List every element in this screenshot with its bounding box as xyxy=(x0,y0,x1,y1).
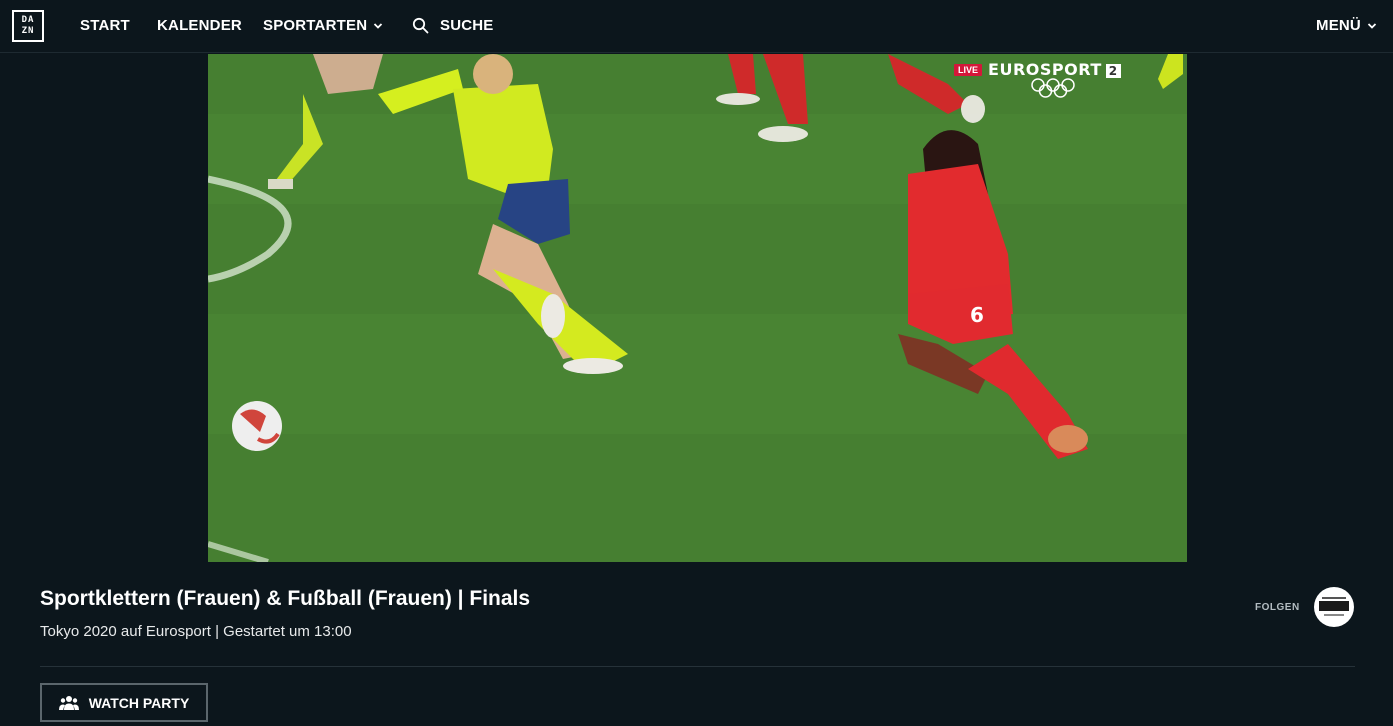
olympic-rings-icon xyxy=(1031,78,1075,98)
nav-kalender-label: KALENDER xyxy=(157,17,242,34)
eurosport-channel-logo: EUROSPORT 2 xyxy=(988,60,1121,79)
channel-name: EUROSPORT xyxy=(988,60,1102,79)
nav-menu-dropdown[interactable]: MENÜ xyxy=(1316,17,1377,34)
group-icon xyxy=(58,695,79,710)
video-frame: 6 xyxy=(208,54,1187,562)
top-navbar: DA ZN START KALENDER SPORTARTEN SUCHE ME… xyxy=(0,0,1393,53)
nav-start-label: START xyxy=(80,17,130,34)
watch-party-label: WATCH PARTY xyxy=(88,694,190,711)
football xyxy=(232,401,282,451)
chevron-down-icon xyxy=(374,22,383,29)
nav-sportarten-dropdown[interactable]: SPORTARTEN xyxy=(263,17,383,34)
nav-start[interactable]: START xyxy=(80,17,130,34)
watch-party-button[interactable]: WATCH PARTY xyxy=(40,683,208,722)
nav-search-label: SUCHE xyxy=(440,17,494,34)
nav-kalender[interactable]: KALENDER xyxy=(157,17,242,34)
nav-menu-label: MENÜ xyxy=(1316,17,1361,34)
section-divider xyxy=(40,666,1355,667)
nav-search[interactable]: SUCHE xyxy=(412,17,494,34)
channel-number: 2 xyxy=(1105,64,1121,78)
logo-line-1: DA xyxy=(21,15,35,25)
follow-label[interactable]: FOLGEN xyxy=(1255,602,1300,613)
logo-line-2: ZN xyxy=(21,26,35,36)
dazn-logo[interactable]: DA ZN xyxy=(12,10,44,42)
player-shirt-number: 6 xyxy=(970,303,984,327)
follow-competition-button[interactable] xyxy=(1314,587,1354,627)
video-player[interactable]: 6 LIVE EUROSPORT 2 xyxy=(208,54,1187,562)
search-icon xyxy=(412,17,429,34)
broadcast-overlay: LIVE EUROSPORT 2 xyxy=(954,60,1121,79)
event-subtitle: Tokyo 2020 auf Eurosport | Gestartet um … xyxy=(40,623,352,640)
event-title: Sportklettern (Frauen) & Fußball (Frauen… xyxy=(40,587,531,610)
tokyo-2020-emblem-icon xyxy=(1319,597,1349,616)
chevron-down-icon xyxy=(1367,22,1377,29)
nav-sportarten-label: SPORTARTEN xyxy=(263,17,368,34)
live-badge: LIVE xyxy=(954,63,983,76)
